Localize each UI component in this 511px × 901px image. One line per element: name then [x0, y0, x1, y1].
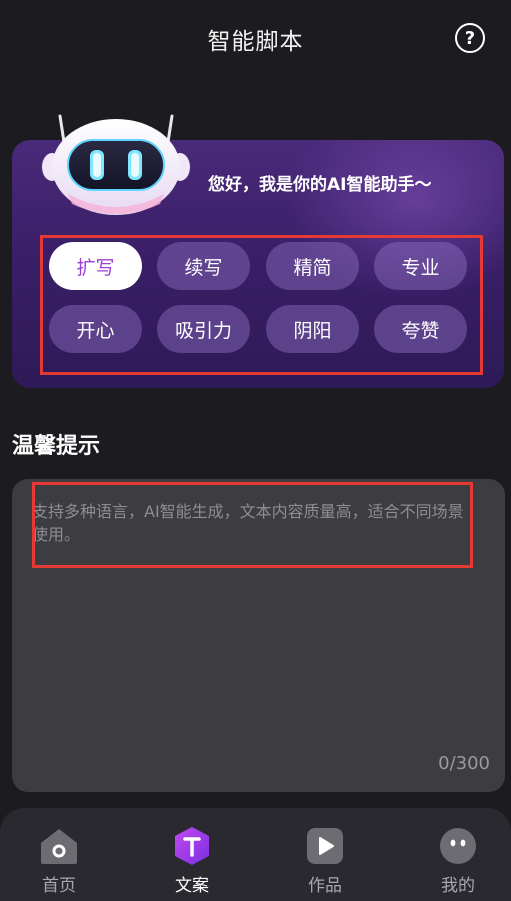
- chip-attractive[interactable]: 吸引力: [157, 305, 250, 353]
- robot-mascot-icon: [42, 114, 190, 215]
- tab-works[interactable]: 作品: [285, 826, 365, 898]
- tab-label-home: 首页: [42, 876, 76, 896]
- question-circle-icon: ?: [464, 27, 476, 49]
- header: 智能脚本 ?: [0, 0, 511, 76]
- chip-professional[interactable]: 专业: [374, 242, 467, 290]
- placeholder-highlight-box: [32, 482, 473, 568]
- style-chip-grid: 扩写 续写 精简 专业 开心 吸引力 阴阳 夸赞: [40, 235, 483, 375]
- chip-simplify[interactable]: 精简: [266, 242, 359, 290]
- tab-home[interactable]: 首页: [19, 826, 99, 898]
- page-title: 智能脚本: [207, 29, 304, 55]
- character-counter: 0/300: [438, 753, 490, 774]
- bottom-tab-bar: 首页 文案 作品 我的: [0, 808, 511, 901]
- tab-label-works: 作品: [308, 876, 342, 896]
- chip-praise[interactable]: 夸赞: [374, 305, 467, 353]
- help-button[interactable]: ?: [455, 23, 485, 53]
- chip-happy[interactable]: 开心: [49, 305, 142, 353]
- play-icon: [307, 828, 343, 864]
- chip-sarcastic[interactable]: 阴阳: [266, 305, 359, 353]
- tips-title: 温馨提示: [12, 434, 101, 459]
- tab-copywriting[interactable]: 文案: [152, 826, 232, 898]
- assistant-greeting: 您好，我是你的AI智能助手～: [208, 175, 432, 195]
- chip-continue[interactable]: 续写: [157, 242, 250, 290]
- chip-expand[interactable]: 扩写: [49, 242, 142, 290]
- home-icon: [41, 829, 77, 864]
- tab-profile[interactable]: 我的: [418, 826, 498, 898]
- profile-face-icon: [440, 828, 476, 864]
- text-t-icon: [175, 827, 209, 865]
- tab-label-profile: 我的: [441, 876, 475, 896]
- tab-label-copywriting: 文案: [175, 876, 209, 896]
